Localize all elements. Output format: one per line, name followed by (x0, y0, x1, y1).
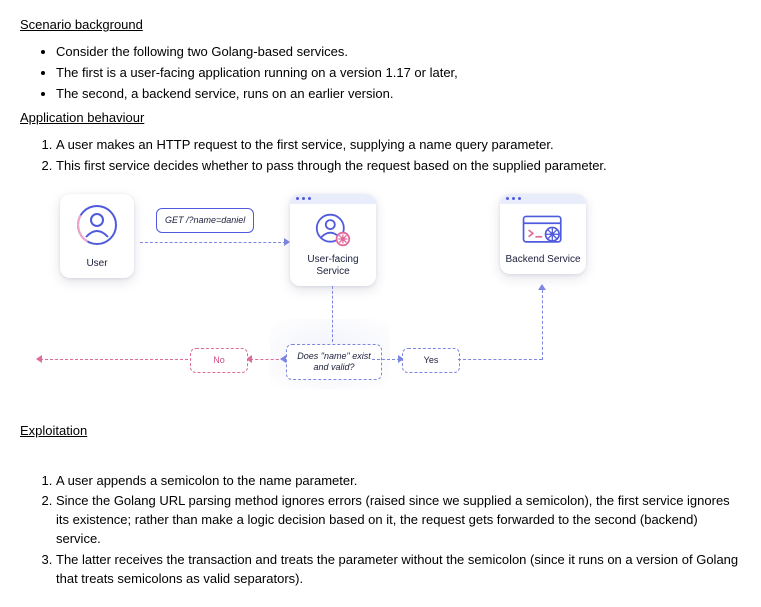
diagram-connector (250, 359, 284, 360)
background-bullet-list: Consider the following two Golang-based … (20, 43, 741, 104)
list-item: Consider the following two Golang-based … (56, 43, 741, 62)
section-exploitation: Exploitation A user appends a semicolon … (20, 422, 741, 589)
arrow-left-icon (280, 355, 286, 363)
list-item: A user appends a semicolon to the name p… (56, 472, 741, 491)
window-bar-icon (290, 194, 376, 204)
list-item: Since the Golang URL parsing method igno… (56, 492, 741, 549)
arrow-left-icon (36, 355, 42, 363)
section-behaviour: Application behaviour A user makes an HT… (20, 109, 741, 176)
heading-background: Scenario background (20, 16, 741, 35)
diagram-label: User-facing Service (290, 252, 376, 286)
architecture-diagram: User GET /?name=daniel User-facing Servi… (40, 194, 640, 404)
diagram-connector (332, 286, 333, 342)
list-item: This first service decides whether to pa… (56, 157, 741, 176)
diagram-node-backend: Backend Service (500, 194, 586, 274)
diagram-arrow (140, 242, 286, 243)
diagram-connector (458, 359, 542, 360)
exploitation-step-list: A user appends a semicolon to the name p… (20, 472, 741, 589)
arrow-up-icon (538, 284, 546, 290)
diagram-label: User (60, 256, 134, 278)
diagram-yes-node: Yes (402, 348, 460, 373)
heading-behaviour: Application behaviour (20, 109, 741, 128)
diagram-node-frontend: User-facing Service (290, 194, 376, 286)
user-service-icon (290, 204, 376, 252)
list-item: The first is a user-facing application r… (56, 64, 741, 83)
diagram-connector (372, 359, 400, 360)
user-avatar-icon (60, 194, 134, 256)
section-background: Scenario background Consider the followi… (20, 16, 741, 103)
list-item: The second, a backend service, runs on a… (56, 85, 741, 104)
behaviour-step-list: A user makes an HTTP request to the firs… (20, 136, 741, 176)
diagram-decision-node: Does "name" exist and valid? (286, 344, 382, 380)
diagram-no-node: No (190, 348, 248, 373)
backend-service-icon (500, 204, 586, 252)
window-bar-icon (500, 194, 586, 204)
list-item: A user makes an HTTP request to the firs… (56, 136, 741, 155)
list-item: The latter receives the transaction and … (56, 551, 741, 589)
heading-exploitation: Exploitation (20, 422, 741, 441)
diagram-request-box: GET /?name=daniel (156, 208, 254, 233)
diagram-label: Backend Service (500, 252, 586, 274)
diagram-connector (40, 359, 188, 360)
diagram-node-user: User (60, 194, 134, 278)
diagram-connector (542, 290, 543, 360)
